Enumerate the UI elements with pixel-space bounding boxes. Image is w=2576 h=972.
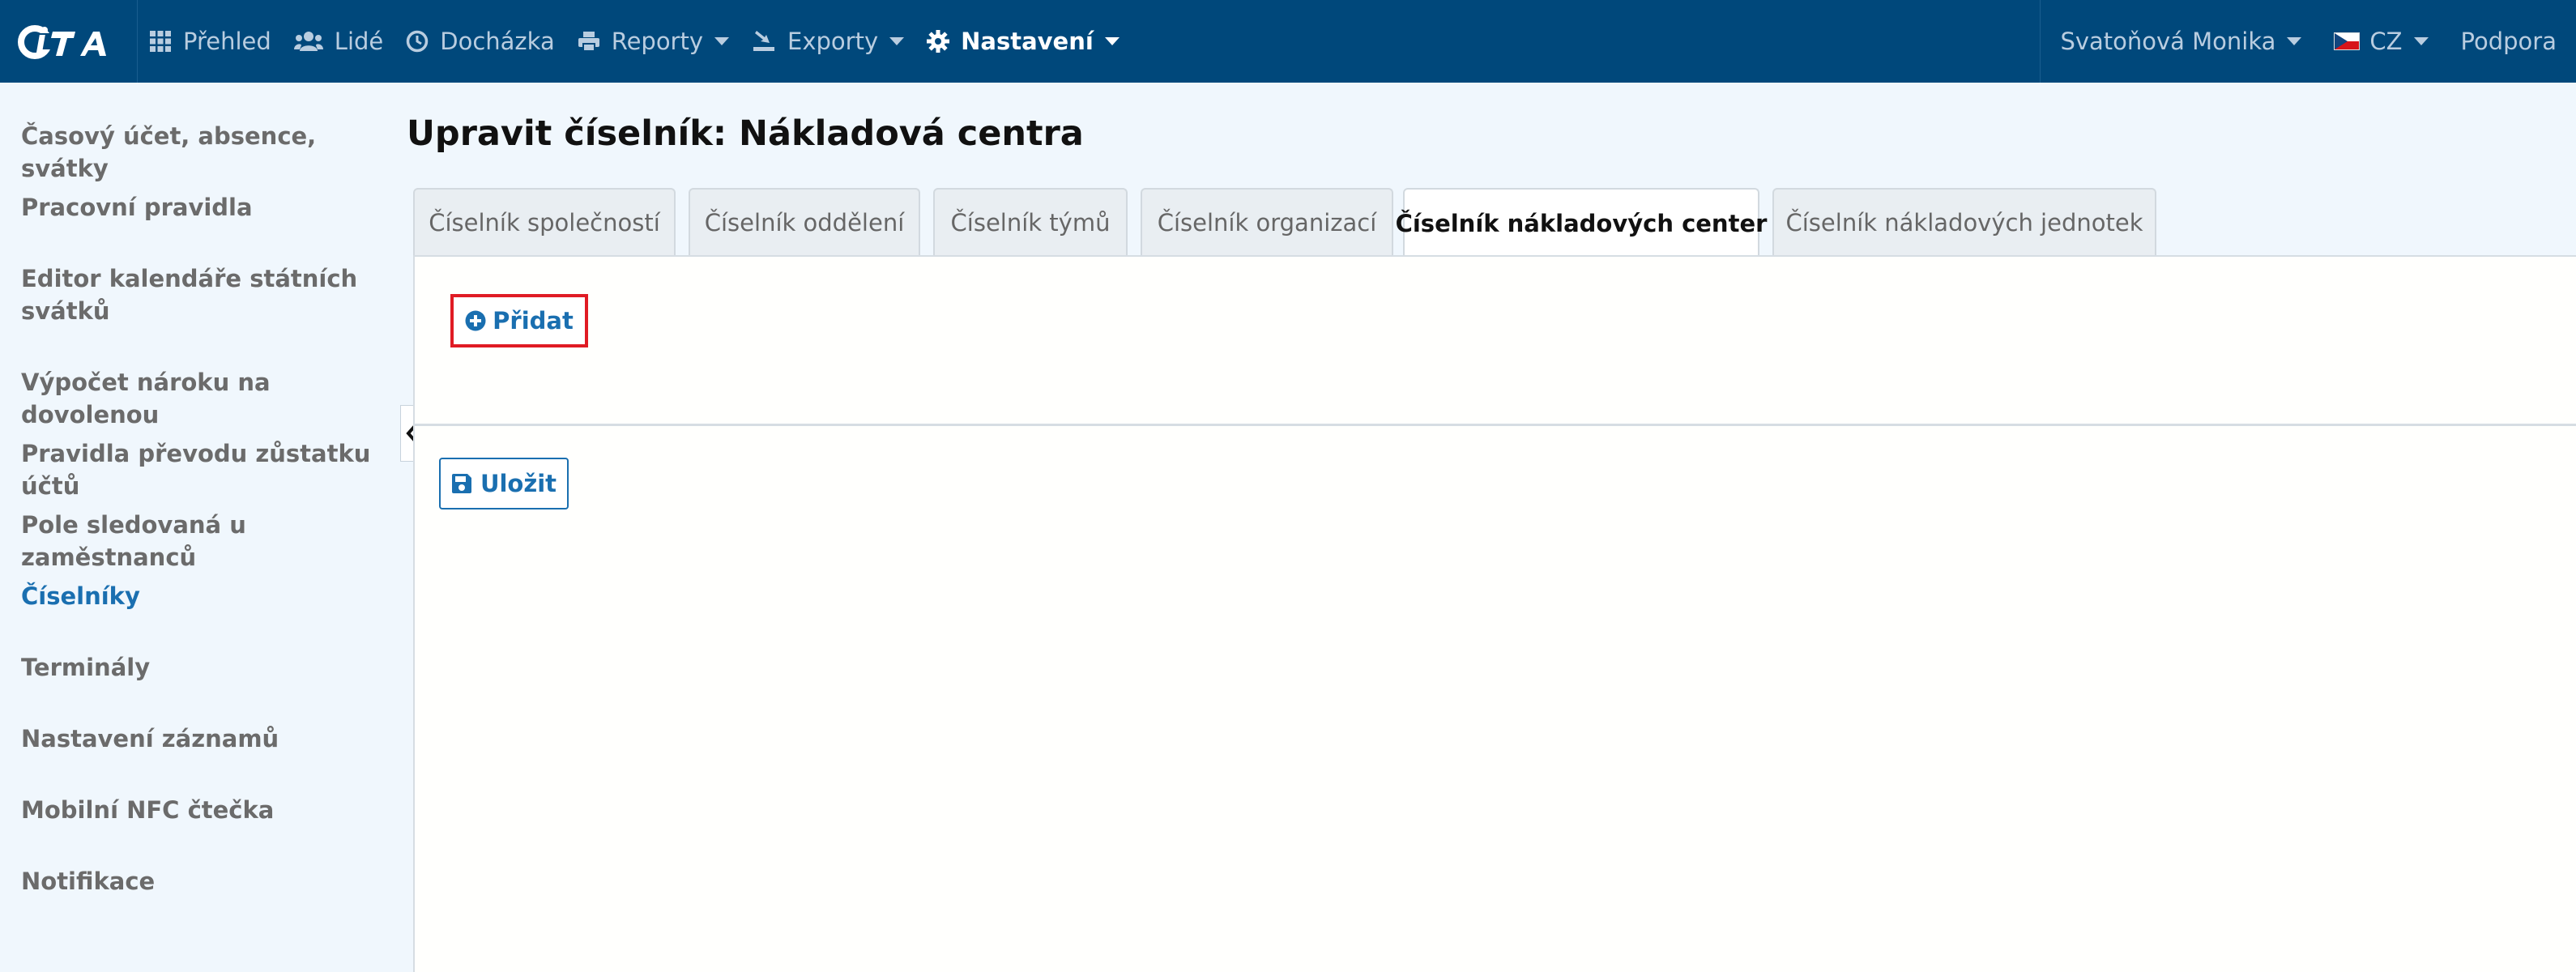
nav-item-dochazka[interactable]: Docházka [395, 0, 565, 83]
page-title: Upravit číselník: Nákladová centra [407, 113, 1084, 154]
nav-item-label: Reporty [611, 28, 704, 55]
add-button-label: Přidat [493, 307, 574, 335]
tab-ciselnik-tymu[interactable]: Číselník týmů [933, 188, 1128, 256]
divider [415, 424, 2576, 426]
sidebar-item-nastaveni-zaznamu[interactable]: Nastavení záznamů [21, 723, 386, 755]
chevron-down-icon [714, 37, 730, 45]
nav-item-prehled[interactable]: Přehled [138, 0, 283, 83]
tab-ciselnik-oddeleni[interactable]: Číselník oddělení [689, 188, 920, 256]
nav-item-lide[interactable]: Lidé [283, 0, 395, 83]
settings-sidebar: Časový účet, absence, svátky Pracovní pr… [0, 83, 397, 972]
sidebar-item-mobilni-nfc[interactable]: Mobilní NFC čtečka [21, 794, 386, 826]
tab-ciselnik-nakladovych-center[interactable]: Číselník nákladových center [1396, 188, 1767, 258]
sidebar-item-vypocet-naroku[interactable]: Výpočet nároku na dovolenou [21, 366, 386, 431]
tab-label: Číselník nákladových center [1395, 210, 1768, 237]
export-icon [752, 30, 776, 53]
top-navigation-bar: Přehled Lidé Docházka Reporty Exporty Na… [0, 0, 2576, 83]
sidebar-item-editor-kalendare[interactable]: Editor kalendáře státních svátků [21, 262, 361, 327]
save-button[interactable]: Uložit [439, 458, 569, 509]
users-icon [293, 30, 323, 53]
tab-label: Číselník týmů [950, 209, 1111, 237]
tab-ciselnik-nakladovych-jednotek[interactable]: Číselník nákladových jednotek [1772, 188, 2156, 256]
nav-item-label: Přehled [183, 28, 271, 55]
nav-item-exporty[interactable]: Exporty [740, 0, 915, 83]
save-button-label: Uložit [480, 470, 557, 497]
cita-logo-icon [17, 25, 106, 59]
sidebar-item-notifikace[interactable]: Notifikace [21, 865, 386, 897]
czech-flag-icon [2334, 32, 2361, 50]
tab-label: Číselník nákladových jednotek [1785, 209, 2143, 237]
tab-label: Číselník společností [429, 209, 660, 237]
nav-item-label: Nastavení [961, 28, 1094, 55]
sidebar-item-ciselniky[interactable]: Číselníky [21, 580, 386, 612]
language-label: CZ [2369, 28, 2403, 55]
floppy-disk-icon [451, 473, 472, 494]
user-menu[interactable]: Svatoňová Monika [2049, 0, 2313, 83]
support-label: Podpora [2460, 28, 2557, 55]
sidebar-item-pravidla-prevodu[interactable]: Pravidla převodu zůstatku účtů [21, 437, 402, 502]
clock-icon [406, 30, 429, 53]
nav-item-label: Docházka [440, 28, 555, 55]
sidebar-item-pracovni-pravidla[interactable]: Pracovní pravidla [21, 191, 386, 224]
nav-item-nastaveni[interactable]: Nastavení [915, 0, 1131, 83]
printer-icon [578, 30, 600, 53]
sidebar-item-casovy-ucet[interactable]: Časový účet, absence, svátky [21, 120, 386, 185]
tab-content-panel: Přidat Uložit [413, 255, 2576, 972]
chevron-down-icon [2287, 37, 2302, 45]
user-name: Svatoňová Monika [2060, 28, 2276, 55]
grid-icon [149, 30, 172, 53]
plus-circle-icon [465, 310, 486, 331]
nav-item-reporty[interactable]: Reporty [566, 0, 740, 83]
chevron-down-icon [1104, 37, 1120, 45]
support-link[interactable]: Podpora [2440, 0, 2576, 83]
tab-label: Číselník organizací [1157, 209, 1377, 237]
chevron-down-icon [889, 37, 905, 45]
tab-label: Číselník oddělení [704, 209, 905, 237]
nav-item-label: Exporty [787, 28, 879, 55]
gear-icon [927, 30, 950, 53]
nav-item-label: Lidé [334, 28, 384, 55]
language-selector[interactable]: CZ [2313, 0, 2439, 83]
chevron-down-icon [2413, 37, 2429, 45]
sidebar-item-pole-sledovana[interactable]: Pole sledovaná u zaměstnanců [21, 509, 386, 573]
cita-logo[interactable] [0, 0, 138, 83]
tab-ciselnik-spolecnosti[interactable]: Číselník společností [413, 188, 676, 256]
add-button[interactable]: Přidat [450, 294, 588, 347]
user-menu-area: Svatoňová Monika CZ Podpora [2040, 0, 2576, 83]
sidebar-item-terminaly[interactable]: Terminály [21, 651, 386, 684]
tab-ciselnik-organizaci[interactable]: Číselník organizací [1141, 188, 1393, 256]
